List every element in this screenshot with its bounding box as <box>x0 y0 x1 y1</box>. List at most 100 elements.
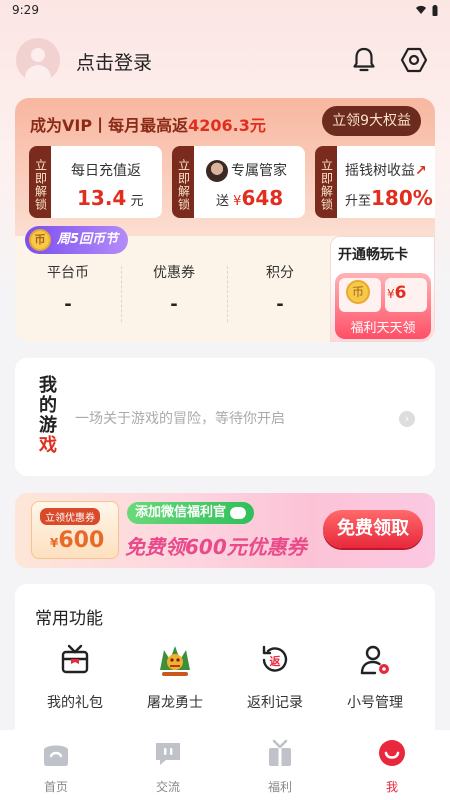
chat-icon <box>156 743 180 765</box>
section-title: 常用功能 <box>35 609 103 629</box>
wechat-icon <box>230 506 247 519</box>
coin-icon: 币 <box>346 280 370 304</box>
my-games-card[interactable]: 我 的 游 戏 一场关于游戏的冒险，等待你开启 › <box>15 358 435 476</box>
stat-value: - <box>170 294 178 315</box>
wechat-label: 添加微信福利官 <box>135 505 227 520</box>
func-rebate-records[interactable]: 返 返利记录 <box>225 640 325 712</box>
logo-char: 我 <box>39 375 57 396</box>
profile-header: 点击登录 <box>16 38 434 82</box>
avatar[interactable] <box>16 38 60 82</box>
func-label: 小号管理 <box>347 695 403 711</box>
benefit-amount: 180% <box>371 186 433 210</box>
benefit-recharge[interactable]: 立即解锁 每日充值返 13.4 元 <box>29 146 162 218</box>
benefit-value: 送 ¥648 <box>216 186 283 210</box>
arrow-up-icon: ↗ <box>415 163 427 179</box>
tab-label: 我 <box>385 780 398 794</box>
play-card-title: 开通畅玩卡 <box>338 247 408 263</box>
tab-label: 福利 <box>267 780 292 794</box>
gift-icon <box>61 644 89 674</box>
me-icon <box>379 740 405 766</box>
benefit-money-tree[interactable]: 立即解锁 摇钱树收益↗ 升至180% <box>315 146 435 218</box>
benefit-amount: 648 <box>241 186 284 210</box>
unlock-tag: 立即解锁 <box>315 146 337 218</box>
benefit-prefix: 送 <box>216 194 230 209</box>
tab-home[interactable]: 首页 <box>0 738 112 795</box>
tab-label: 交流 <box>155 780 180 794</box>
settings-icon[interactable] <box>398 44 430 76</box>
benefit-title: 每日充值返 <box>71 163 141 179</box>
vip-benefits-button[interactable]: 立领9大权益 <box>322 106 421 136</box>
status-time: 9:29 <box>12 3 39 17</box>
stat-points[interactable]: 积分 - <box>227 262 333 315</box>
benefit-amount: 13.4 <box>77 186 127 210</box>
festival-label: 周5回币节 <box>57 232 119 247</box>
wifi-icon <box>415 5 426 15</box>
price-value: 6 <box>394 283 407 303</box>
my-games-logo: 我 的 游 戏 <box>39 376 63 456</box>
benefit-steward[interactable]: 立即解锁 专属管家 送 ¥648 <box>172 146 305 218</box>
gift-box-icon <box>269 739 291 766</box>
vip-title-text: 成为VIP丨每月最高返 <box>30 116 189 135</box>
benefit-title-text: 摇钱树收益 <box>345 163 415 179</box>
my-games-placeholder: 一场关于游戏的冒险，等待你开启 <box>75 411 285 427</box>
bottom-tab-bar: 首页 交流 福利 我 <box>0 730 450 800</box>
logo-char: 戏 <box>39 435 57 456</box>
steward-avatar <box>206 160 228 182</box>
logo-char: 游 <box>39 415 57 436</box>
stat-label: 平台币 <box>47 265 89 281</box>
claim-free-button[interactable]: 免费领取 <box>323 510 423 548</box>
benefit-value: 升至180% <box>345 186 433 210</box>
festival-badge[interactable]: 币 周5回币节 <box>25 226 129 254</box>
bell-icon[interactable] <box>348 44 380 76</box>
func-sub-account[interactable]: 小号管理 <box>325 640 425 712</box>
tab-welfare[interactable]: 福利 <box>224 738 336 795</box>
ticket-label: 立领优惠券 <box>40 508 100 525</box>
wechat-pill: 添加微信福利官 <box>127 502 255 524</box>
status-bar: 9:29 <box>0 0 450 22</box>
vip-title: 成为VIP丨每月最高返4206.3元 <box>30 112 266 136</box>
play-card-subtitle: 福利天天领 <box>350 321 416 336</box>
stat-platform-coin[interactable]: 平台币 - <box>15 262 121 315</box>
func-label: 屠龙勇士 <box>147 695 203 711</box>
benefit-prefix: 升至 <box>345 194 372 209</box>
unlock-tag: 立即解锁 <box>29 146 51 218</box>
common-functions-card: 常用功能 我的礼包 屠龙勇士 返 返利记录 小号管理 <box>15 584 435 744</box>
func-label: 我的礼包 <box>47 695 103 711</box>
benefit-title-text: 专属管家 <box>231 163 287 179</box>
stat-label: 优惠券 <box>153 265 195 281</box>
vip-amount: 4206.3元 <box>188 116 266 135</box>
tab-community[interactable]: 交流 <box>112 738 224 795</box>
tab-me[interactable]: 我 <box>336 738 448 795</box>
func-label: 返利记录 <box>247 695 303 711</box>
chevron-right-icon[interactable]: › <box>399 411 415 427</box>
stat-label: 积分 <box>266 265 294 281</box>
play-card-box: 币 ¥6 福利天天领 <box>335 273 431 339</box>
rebate-icon: 返 <box>262 645 288 672</box>
stat-coupon[interactable]: 优惠券 - <box>121 262 227 315</box>
benefit-title: 摇钱树收益↗ <box>345 160 427 180</box>
price-currency: ¥ <box>387 287 395 301</box>
unlock-tag: 立即解锁 <box>172 146 194 218</box>
stat-value: - <box>64 294 72 315</box>
login-link[interactable]: 点击登录 <box>76 48 152 75</box>
stat-value: - <box>276 294 284 315</box>
ticket-amount: 600 <box>58 528 105 553</box>
tab-label: 首页 <box>43 780 68 794</box>
ticket-value: ¥600 <box>50 528 104 553</box>
logo-char: 的 <box>39 395 57 416</box>
status-icons <box>415 3 439 16</box>
benefit-unit: 元 <box>130 194 144 209</box>
vip-card[interactable]: 成为VIP丨每月最高返4206.3元 立领9大权益 立即解锁 每日充值返 13.… <box>15 98 435 342</box>
sub-account-icon <box>360 645 389 675</box>
coupon-ticket: 立领优惠券 ¥600 <box>31 501 119 559</box>
banner-headline: 免费领600元优惠券 <box>125 535 307 559</box>
benefit-title: 专属管家 <box>206 160 287 182</box>
coin-icon: 币 <box>29 229 51 251</box>
dragon-icon <box>160 646 190 676</box>
func-my-gifts[interactable]: 我的礼包 <box>25 640 125 712</box>
benefit-value: 13.4 元 <box>77 186 144 210</box>
coupon-banner[interactable]: 立领优惠券 ¥600 添加微信福利官 免费领600元优惠券 免费领取 <box>15 493 435 568</box>
func-dragon-warrior[interactable]: 屠龙勇士 <box>125 640 225 712</box>
play-card-promo[interactable]: 开通畅玩卡 币 ¥6 福利天天领 <box>330 236 435 342</box>
home-icon <box>44 745 68 766</box>
